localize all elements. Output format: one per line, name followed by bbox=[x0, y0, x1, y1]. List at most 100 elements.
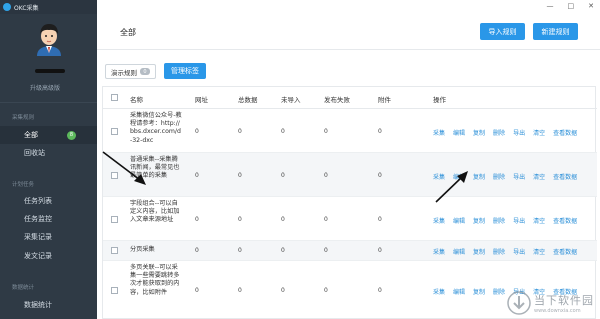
section-label-collect: 采集规则 bbox=[12, 115, 35, 121]
sidebar-item-task-monitor[interactable]: 任务监控 bbox=[0, 210, 97, 228]
action-edit[interactable]: 编辑 bbox=[453, 287, 465, 296]
sidebar-item-data-stats[interactable]: 数据统计 bbox=[0, 296, 97, 314]
col-attachments: 附件 bbox=[378, 96, 391, 104]
action-clear[interactable]: 清空 bbox=[533, 128, 545, 137]
sidebar-item-publish-log[interactable]: 发文记录 bbox=[0, 247, 97, 265]
rules-table: 名称 网址 总数据 未导入 发布失败 附件 操作 采集微信公众号-教程请参考：h… bbox=[102, 86, 597, 319]
select-all-checkbox[interactable] bbox=[111, 94, 118, 101]
action-view-data[interactable]: 查看数据 bbox=[553, 247, 577, 256]
cell-unimported: 0 bbox=[281, 247, 285, 254]
cell-attachments: 0 bbox=[378, 172, 382, 179]
sidebar-item-recycle-bin[interactable]: 回收站 bbox=[0, 144, 97, 162]
table-header: 名称 网址 总数据 未导入 发布失败 附件 操作 bbox=[103, 87, 597, 109]
action-view-data[interactable]: 查看数据 bbox=[553, 172, 577, 181]
cell-attachments: 0 bbox=[378, 247, 382, 254]
sidebar-item-label: 任务列表 bbox=[24, 197, 52, 205]
col-url: 网址 bbox=[195, 96, 208, 104]
cell-total: 0 bbox=[238, 287, 242, 294]
action-edit[interactable]: 编辑 bbox=[453, 247, 465, 256]
col-unimported: 未导入 bbox=[281, 96, 301, 104]
action-view-data[interactable]: 查看数据 bbox=[553, 216, 577, 225]
action-clear[interactable]: 清空 bbox=[533, 216, 545, 225]
cell-failed: 0 bbox=[324, 172, 328, 179]
action-delete[interactable]: 删除 bbox=[493, 128, 505, 137]
action-collect[interactable]: 采集 bbox=[433, 247, 445, 256]
cell-failed: 0 bbox=[324, 247, 328, 254]
minimize-icon[interactable]: — bbox=[547, 2, 554, 10]
col-publish-failed: 发布失败 bbox=[324, 96, 350, 104]
table-row: 采集微信公众号-教程请参考：http://bbs.dxcer.com/d-32-… bbox=[103, 109, 597, 153]
rule-name: 采集微信公众号-教程请参考：http://bbs.dxcer.com/d-32-… bbox=[130, 112, 182, 144]
action-export[interactable]: 导出 bbox=[513, 128, 525, 137]
main-panel: — □ ✕ 全部 导入规则 新建规则 演示规则 0 管理标签 名称 网址 总数据… bbox=[97, 0, 600, 319]
action-copy[interactable]: 复制 bbox=[473, 247, 485, 256]
annotation-arrow-left bbox=[102, 151, 146, 185]
row-checkbox[interactable] bbox=[111, 128, 118, 135]
demo-rules-label: 演示规则 bbox=[111, 68, 137, 77]
avatar[interactable] bbox=[33, 20, 65, 56]
action-copy[interactable]: 复制 bbox=[473, 172, 485, 181]
action-edit[interactable]: 编辑 bbox=[453, 128, 465, 137]
cell-url: 0 bbox=[195, 172, 199, 179]
new-rule-button[interactable]: 新建规则 bbox=[533, 23, 578, 40]
watermark: 当下软件园 www.downxia.com bbox=[507, 291, 594, 315]
row-checkbox[interactable] bbox=[111, 287, 118, 294]
cell-total: 0 bbox=[238, 216, 242, 223]
cell-unimported: 0 bbox=[281, 216, 285, 223]
action-collect[interactable]: 采集 bbox=[433, 216, 445, 225]
row-checkbox[interactable] bbox=[111, 216, 118, 223]
action-export[interactable]: 导出 bbox=[513, 172, 525, 181]
username-redacted bbox=[35, 69, 65, 73]
page-header: 全部 导入规则 新建规则 bbox=[97, 14, 600, 50]
action-copy[interactable]: 复制 bbox=[473, 216, 485, 225]
action-export[interactable]: 导出 bbox=[513, 216, 525, 225]
upgrade-link[interactable]: 升级高级版 bbox=[30, 83, 60, 92]
cell-url: 0 bbox=[195, 128, 199, 135]
row-actions: 采集 编辑 复制 删除 导出 清空 查看数据 bbox=[433, 216, 585, 225]
action-export[interactable]: 导出 bbox=[513, 247, 525, 256]
sidebar-item-collect-log[interactable]: 采集记录 bbox=[0, 228, 97, 246]
action-delete[interactable]: 删除 bbox=[493, 172, 505, 181]
watermark-text: 当下软件园 bbox=[534, 294, 594, 307]
action-collect[interactable]: 采集 bbox=[433, 128, 445, 137]
cell-url: 0 bbox=[195, 247, 199, 254]
page-title: 全部 bbox=[120, 28, 136, 37]
row-checkbox[interactable] bbox=[111, 247, 118, 254]
action-delete[interactable]: 删除 bbox=[493, 287, 505, 296]
watermark-logo-icon bbox=[507, 291, 531, 315]
cell-failed: 0 bbox=[324, 287, 328, 294]
maximize-icon[interactable]: □ bbox=[568, 2, 575, 10]
import-rules-button[interactable]: 导入规则 bbox=[480, 23, 525, 40]
cell-attachments: 0 bbox=[378, 216, 382, 223]
action-collect[interactable]: 采集 bbox=[433, 287, 445, 296]
close-icon[interactable]: ✕ bbox=[588, 2, 594, 10]
row-actions: 采集 编辑 复制 删除 导出 清空 查看数据 bbox=[433, 128, 585, 137]
action-copy[interactable]: 复制 bbox=[473, 287, 485, 296]
action-delete[interactable]: 删除 bbox=[493, 247, 505, 256]
sidebar-item-label: 全部 bbox=[24, 131, 38, 139]
action-clear[interactable]: 清空 bbox=[533, 172, 545, 181]
demo-count-badge: 0 bbox=[140, 68, 150, 75]
sidebar-item-all[interactable]: 全部 8 bbox=[0, 126, 97, 144]
table-row: 分页采集 0 0 0 0 0 采集 编辑 复制 删除 导出 清空 查看数据 bbox=[103, 241, 597, 261]
cell-url: 0 bbox=[195, 287, 199, 294]
annotation-arrow-right bbox=[435, 171, 468, 203]
cell-unimported: 0 bbox=[281, 172, 285, 179]
action-view-data[interactable]: 查看数据 bbox=[553, 128, 577, 137]
action-copy[interactable]: 复制 bbox=[473, 128, 485, 137]
count-badge: 8 bbox=[67, 130, 76, 140]
demo-rules-tag[interactable]: 演示规则 0 bbox=[105, 64, 156, 79]
action-delete[interactable]: 删除 bbox=[493, 216, 505, 225]
action-edit[interactable]: 编辑 bbox=[453, 216, 465, 225]
sidebar: OKC采集 升级高级版 采集规则 全部 8 回收站 计划任务 任务列表 任务监控… bbox=[0, 0, 97, 319]
col-actions: 操作 bbox=[433, 96, 446, 104]
manage-tags-button[interactable]: 管理标签 bbox=[164, 63, 206, 79]
rule-name: 分页采集 bbox=[130, 246, 155, 253]
cell-failed: 0 bbox=[324, 216, 328, 223]
app-logo-icon bbox=[3, 3, 11, 11]
cell-url: 0 bbox=[195, 216, 199, 223]
window-controls: — □ ✕ bbox=[547, 2, 595, 10]
sidebar-item-task-list[interactable]: 任务列表 bbox=[0, 192, 97, 210]
cell-failed: 0 bbox=[324, 128, 328, 135]
action-clear[interactable]: 清空 bbox=[533, 247, 545, 256]
